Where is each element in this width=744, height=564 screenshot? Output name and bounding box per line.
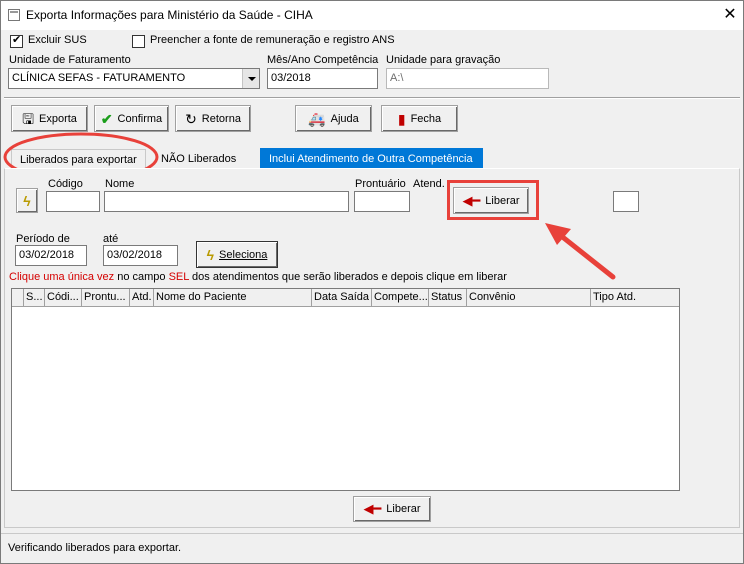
retorna-button[interactable]: ↻ Retorna	[175, 105, 251, 132]
lightning-icon: ϟ	[206, 246, 215, 263]
preencher-ans-checkbox[interactable]	[132, 35, 145, 48]
ajuda-icon: 🚑	[308, 110, 326, 127]
status-bar: Verificando liberados para exportar.	[1, 533, 743, 563]
ajuda-button[interactable]: 🚑 Ajuda	[295, 105, 372, 132]
preencher-ans-label: Preencher a fonte de remuneração e regis…	[150, 34, 395, 46]
tab-nao-liberados[interactable]: NÃO Liberados	[153, 149, 256, 170]
grid-col-data-saida[interactable]: Data Saída	[312, 289, 372, 307]
confirma-button[interactable]: ✔ Confirma	[94, 105, 169, 132]
unidade-faturamento-label: Unidade de Faturamento	[9, 54, 131, 66]
periodo-ate-input[interactable]: 03/02/2018	[103, 245, 178, 266]
unidade-gravacao-input[interactable]: A:\	[386, 68, 549, 89]
instruction-part3: SEL	[168, 271, 189, 283]
grid-col-tipo-atd[interactable]: Tipo Atd.	[591, 289, 679, 307]
grid-col-atd[interactable]: Atd.	[130, 289, 154, 307]
retorna-label: Retorna	[201, 112, 241, 125]
annotation-arrow	[545, 223, 616, 280]
codigo-input[interactable]	[46, 191, 100, 212]
confirma-label: Confirma	[117, 112, 163, 125]
close-button[interactable]: ✕	[718, 4, 742, 26]
grid-col-competencia[interactable]: Compete...	[372, 289, 429, 307]
seleciona-button[interactable]: ϟ Seleciona	[196, 241, 278, 268]
status-text: Verificando liberados para exportar.	[8, 542, 182, 554]
tab-inclui-atendimento[interactable]: Inclui Atendimento de Outra Competência	[260, 148, 483, 169]
exporta-icon: 🖫	[22, 110, 34, 127]
window-title: Exporta Informações para Ministério da S…	[26, 8, 313, 22]
fecha-button[interactable]: ▮ Fecha	[381, 105, 458, 132]
bottom-liberar-label: Liberar	[386, 503, 421, 515]
fecha-icon: ▮	[397, 110, 406, 127]
ajuda-label: Ajuda	[330, 112, 359, 125]
ate-label: até	[103, 233, 119, 245]
grid-header: S... Códi... Prontu... Atd. Nome do Paci…	[12, 289, 679, 307]
grid-col-sel[interactable]: S...	[24, 289, 45, 307]
nome-input[interactable]	[104, 191, 349, 212]
mes-ano-label: Mês/Ano Competência	[267, 54, 379, 66]
window-icon	[8, 9, 20, 21]
patients-grid[interactable]: S... Códi... Prontu... Atd. Nome do Paci…	[11, 288, 680, 491]
grid-col-convenio[interactable]: Convênio	[467, 289, 591, 307]
lightning-icon: ϟ	[23, 192, 31, 209]
retorna-icon: ↻	[185, 110, 197, 127]
export-window: Exporta Informações para Ministério da S…	[0, 0, 744, 564]
unidade-faturamento-value: CLÍNICA SEFAS - FATURAMENTO	[12, 72, 186, 84]
bottom-liberar-button[interactable]: ◀━ Liberar	[353, 496, 431, 522]
instruction-part1: Clique uma única vez	[9, 271, 115, 283]
excluir-sus-label: Excluir SUS	[28, 34, 87, 46]
codigo-label: Código	[48, 178, 83, 190]
exporta-label: Exporta	[39, 112, 77, 125]
instruction-part2: no campo	[114, 271, 169, 283]
prontuario-label: Prontuário	[355, 178, 406, 190]
chevron-down-icon[interactable]	[242, 69, 259, 88]
periodo-de-input[interactable]: 03/02/2018	[15, 245, 87, 266]
separator	[4, 97, 740, 99]
fecha-label: Fecha	[410, 112, 442, 125]
periodo-label: Período de	[16, 233, 70, 245]
instruction-text: Clique uma única vez no campo SEL dos at…	[9, 271, 507, 283]
check-icon: ✔	[100, 110, 113, 127]
grid-col-prontuario[interactable]: Prontu...	[82, 289, 130, 307]
filter-lightning-button[interactable]: ϟ	[16, 188, 38, 213]
seleciona-label: Seleciona	[219, 248, 268, 261]
grid-col-status[interactable]: Status	[429, 289, 467, 307]
mes-ano-input[interactable]: 03/2018	[267, 68, 378, 89]
instruction-part4: dos atendimentos que serão liberados e d…	[188, 271, 507, 283]
atend-input[interactable]	[613, 191, 639, 212]
unidade-gravacao-label: Unidade para gravação	[386, 54, 501, 66]
arrow-left-icon: ◀━	[363, 501, 382, 516]
nome-label: Nome	[105, 178, 135, 190]
exporta-button[interactable]: 🖫 Exporta	[11, 105, 88, 132]
grid-col-nome[interactable]: Nome do Paciente	[154, 289, 312, 307]
excluir-sus-checkbox[interactable]	[10, 33, 23, 48]
atend-label: Atend.	[413, 178, 445, 190]
unidade-faturamento-select[interactable]: CLÍNICA SEFAS - FATURAMENTO	[8, 68, 260, 89]
prontuario-input[interactable]	[354, 191, 410, 212]
grid-header-indicator	[12, 289, 24, 307]
title-bar: Exporta Informações para Ministério da S…	[1, 1, 743, 30]
grid-col-codigo[interactable]: Códi...	[45, 289, 82, 307]
annotation-rectangle	[447, 180, 539, 220]
